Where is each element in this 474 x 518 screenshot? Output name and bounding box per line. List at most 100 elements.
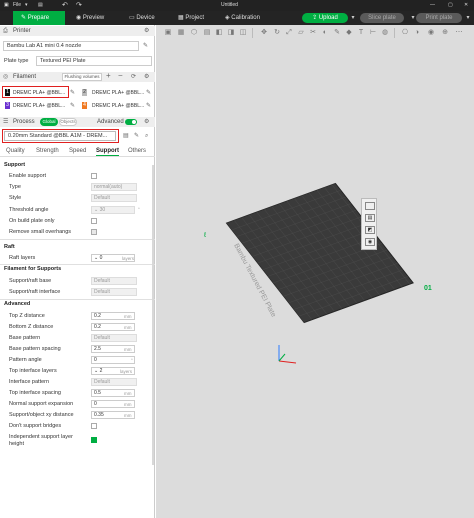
3d-viewport[interactable]: ▣ ▦ ⬡ ▤ ◧ ◨ ◫ ✥ ↻ ⤢ ▱ ✂ ◐ ✎ ◆ T ⊢ ◍ ⎔ ◑ …	[156, 25, 474, 518]
tab-calibration[interactable]: ◈ Calibration	[225, 11, 275, 25]
process-profile-select[interactable]: 0.20mm Standard @BBL A1M - DREM...	[4, 131, 116, 141]
tab-strength[interactable]: Strength	[36, 148, 59, 154]
save-profile-icon[interactable]: ▤	[123, 132, 129, 140]
threshold-angle-input[interactable]: ⌄ 30	[91, 206, 135, 214]
build-plate-only-checkbox[interactable]	[91, 218, 97, 224]
tab-others[interactable]: Others	[128, 148, 146, 154]
build-plate-scene[interactable]: Bambu Textured PEI Plate 01 ℓ	[156, 25, 474, 518]
undo-icon[interactable]: ↶	[62, 0, 68, 11]
maximize-icon[interactable]: ▢	[448, 0, 453, 11]
preview-icon: ◉	[76, 15, 83, 21]
app-logo-icon: ▣	[4, 2, 9, 8]
minimize-icon[interactable]: —	[430, 0, 435, 11]
sync-filament-icon[interactable]: ⟳	[131, 73, 136, 81]
global-toggle[interactable]: Global	[40, 118, 58, 126]
filament-slot-3-swatch[interactable]: 3	[5, 102, 10, 109]
tab-project[interactable]: ▦ Project	[178, 11, 218, 25]
independent-support-height-checkbox[interactable]	[91, 437, 97, 443]
plate-toolbar: ▤ ◩ ◉	[361, 198, 377, 250]
edit-profile-icon[interactable]: ✎	[134, 132, 139, 140]
process-section-header: ☰ Process Global Objects Advanced ⚙	[0, 117, 155, 127]
type-label: Type	[9, 184, 21, 190]
raft-layers-label: Raft layers	[9, 255, 36, 261]
filament-slot-2-name[interactable]: DREMC PLA+ @BBL...	[92, 90, 144, 96]
save-icon[interactable]: ▤	[38, 0, 43, 11]
base-pattern-label: Base pattern	[9, 335, 41, 341]
plate-type-label: Plate type	[4, 58, 29, 64]
file-menu[interactable]: File	[13, 0, 21, 11]
type-select[interactable]: normal(auto)	[91, 183, 137, 191]
close-icon[interactable]: ✕	[464, 0, 468, 11]
advanced-toggle[interactable]	[125, 119, 137, 125]
filament-slot-1-edit-icon[interactable]: ✎	[70, 89, 75, 97]
top-z-distance-unit: mm	[124, 314, 132, 319]
filament-slot-1-name[interactable]: DREMC PLA+ @BBL...	[13, 90, 65, 96]
plate-orientation-mark: ℓ	[203, 232, 207, 239]
tab-prepare[interactable]: ✎ Prepare	[13, 11, 65, 25]
main-nav: ✎ Prepare ◉ Preview ▭ Device ▦ Project ◈…	[0, 11, 474, 25]
printer-select[interactable]: Bambu Lab A1 mini 0.4 nozzle	[3, 41, 139, 51]
style-select[interactable]: Default	[91, 194, 137, 202]
settings-sidebar: ⎙ Printer ⚙ Bambu Lab A1 mini 0.4 nozzle…	[0, 25, 155, 518]
dont-support-bridges-checkbox[interactable]	[91, 423, 97, 429]
window-title: Untitled	[221, 2, 238, 8]
build-plate[interactable]	[225, 182, 414, 324]
tab-preview[interactable]: ◉ Preview	[76, 11, 116, 25]
file-dropdown-icon[interactable]: ▾	[25, 0, 28, 11]
search-icon[interactable]: ⌕	[145, 132, 148, 140]
plate-select-icon[interactable]	[365, 202, 375, 210]
print-plate-button[interactable]: Print plate	[416, 13, 462, 23]
independent-support-height-label: Independent support layer height	[9, 434, 73, 447]
filament-icon: ◎	[3, 74, 9, 80]
upload-dropdown-icon[interactable]: ▾	[350, 13, 356, 23]
edit-printer-icon[interactable]: ✎	[143, 42, 148, 50]
redo-icon[interactable]: ↷	[76, 0, 82, 11]
filament-slot-4-swatch[interactable]: 4	[82, 102, 87, 109]
support-object-xy-distance-unit: mm	[124, 413, 132, 418]
sidebar-scrollbar[interactable]	[152, 165, 154, 465]
filament-slot-4-name[interactable]: DREMC PLA+ @BBL...	[92, 103, 144, 109]
print-dropdown-icon[interactable]: ▾	[465, 13, 471, 23]
remove-filament-icon[interactable]: −	[118, 72, 123, 80]
upload-icon: ⇪	[312, 15, 319, 21]
raft-layers-unit: layers	[122, 256, 135, 261]
support-raft-base-select[interactable]: Default	[91, 277, 137, 285]
support-raft-base-label: Support/raft base	[9, 278, 52, 284]
plate-orient-icon[interactable]: ◩	[365, 226, 375, 234]
support-raft-interface-select[interactable]: Default	[91, 288, 137, 296]
support-raft-interface-label: Support/raft interface	[9, 289, 61, 295]
plate-type-select[interactable]: Textured PEI Plate	[36, 56, 152, 66]
filament-slot-3-edit-icon[interactable]: ✎	[70, 102, 75, 110]
slice-plate-button[interactable]: Slice plate	[360, 13, 404, 23]
pattern-angle-label: Pattern angle	[9, 357, 42, 363]
filament-slot-2-edit-icon[interactable]: ✎	[146, 89, 151, 97]
filament-slot-3-name[interactable]: DREMC PLA+ @BBL...	[13, 103, 65, 109]
tab-device[interactable]: ▭ Device	[129, 11, 169, 25]
filament-slot-1-swatch[interactable]: 1	[5, 89, 10, 96]
flushing-volumes-button[interactable]: Flushing volumes	[62, 73, 102, 81]
process-settings-icon[interactable]: ⚙	[144, 118, 149, 126]
enable-support-checkbox[interactable]	[91, 173, 97, 179]
tab-support[interactable]: Support	[96, 148, 119, 156]
interface-pattern-select[interactable]: Default	[91, 378, 137, 386]
filament-slot-2-swatch[interactable]: 2	[82, 89, 87, 96]
filament-settings-icon[interactable]: ⚙	[144, 73, 149, 81]
upload-button[interactable]: ⇪ Upload	[302, 13, 348, 23]
objects-toggle[interactable]: Objects	[59, 118, 77, 126]
remove-small-overhangs-checkbox[interactable]	[91, 229, 97, 235]
pattern-angle-input[interactable]: 0	[91, 356, 135, 364]
tab-quality[interactable]: Quality	[6, 148, 25, 154]
prepare-icon: ✎	[21, 15, 28, 21]
dont-support-bridges-label: Don't support bridges	[9, 423, 62, 429]
filament-slot-4-edit-icon[interactable]: ✎	[146, 102, 151, 110]
enable-support-label: Enable support	[9, 173, 46, 179]
plate-lock-icon[interactable]: ◉	[365, 238, 375, 246]
base-pattern-select[interactable]: Default	[91, 334, 137, 342]
support-group-heading: Support	[4, 162, 26, 168]
printer-settings-icon[interactable]: ⚙	[144, 27, 149, 35]
filament-for-supports-heading: Filament for Supports	[4, 266, 62, 272]
plate-arrange-icon[interactable]: ▤	[365, 214, 375, 222]
bottom-z-distance-unit: mm	[124, 325, 132, 330]
add-filament-icon[interactable]: +	[106, 72, 111, 80]
tab-speed[interactable]: Speed	[69, 148, 86, 154]
